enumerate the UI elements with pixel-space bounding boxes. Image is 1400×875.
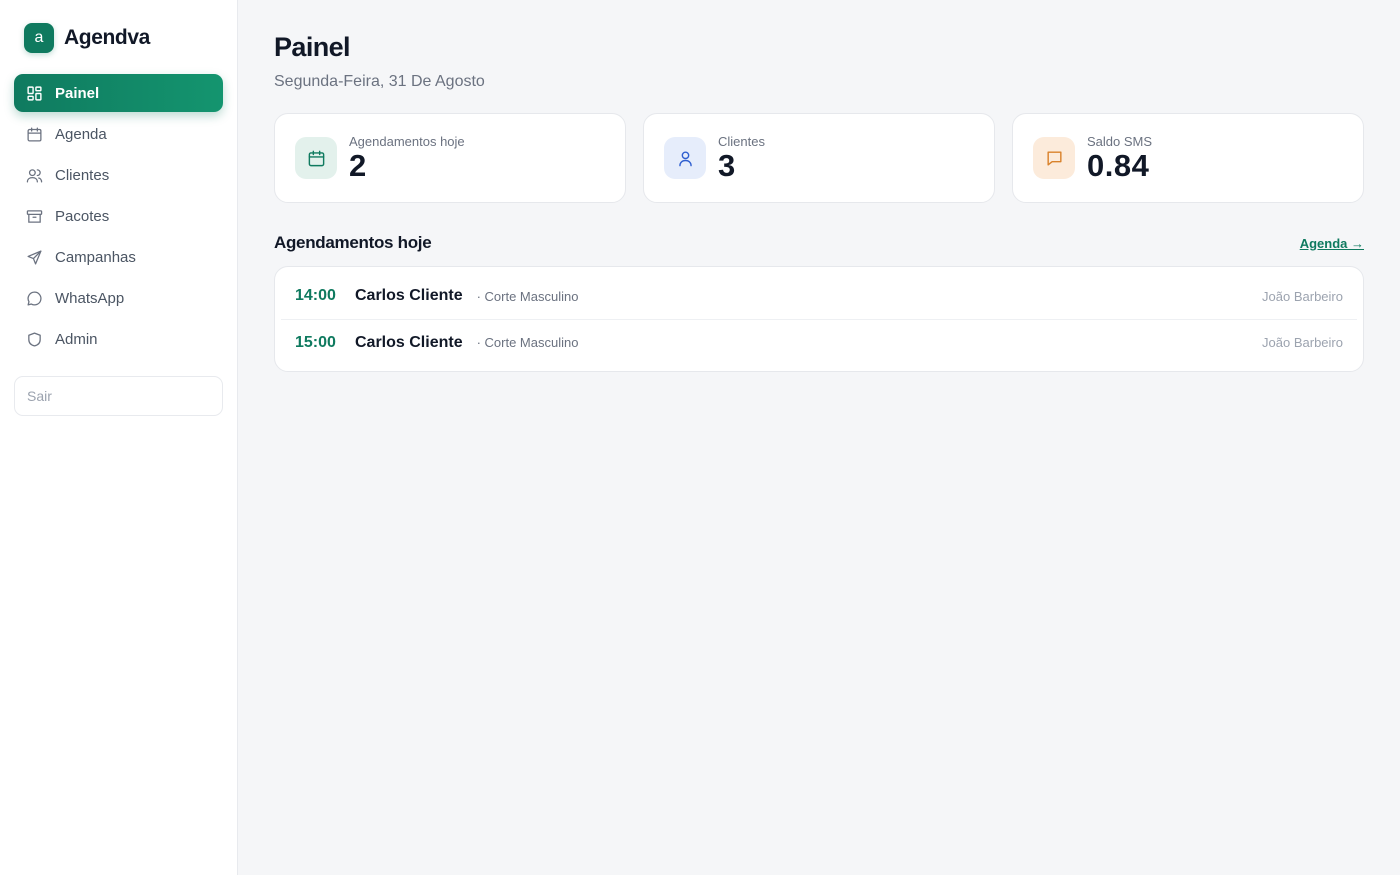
main-content: Painel Segunda-Feira, 31 De Agosto Agend…	[238, 0, 1400, 875]
stat-value: 2	[349, 148, 367, 183]
shield-icon	[28, 331, 41, 347]
users-icon	[26, 168, 43, 183]
appointment-time: 15:00	[295, 333, 336, 351]
sidebar-item-label: Campanhas	[55, 248, 136, 266]
appointment-client: Carlos Cliente	[355, 287, 463, 304]
sidebar-item-painel[interactable]: Painel	[14, 74, 223, 112]
stat-icon-wrap	[1033, 137, 1075, 179]
list-item[interactable]: 15:00 Carlos Cliente · Corte Masculino J…	[281, 319, 1357, 365]
brand-name: Agendva	[64, 26, 150, 49]
section-title: Agendamentos hoje	[274, 233, 432, 252]
appointment-time: 14:00	[295, 287, 336, 304]
sidebar-item-admin[interactable]: Admin	[14, 320, 223, 358]
message-icon	[1046, 150, 1062, 166]
sidebar-item-label: Agenda	[55, 125, 107, 143]
page-title: Painel	[274, 32, 351, 62]
chat-bubble-icon	[27, 290, 42, 306]
stat-card-sms-balance: Saldo SMS 0.84	[1012, 113, 1364, 203]
appointments-section-header: Agendamentos hoje Agenda →	[274, 233, 1364, 253]
sidebar-nav: Painel Agenda Clientes Pacotes Campanhas…	[14, 74, 223, 358]
stat-value: 0.84	[1087, 148, 1150, 183]
logout-button[interactable]: Sair	[14, 376, 223, 416]
stat-card-clients: Clientes 3	[643, 113, 995, 203]
sidebar-item-clientes[interactable]: Clientes	[14, 156, 223, 194]
page-date: Segunda-Feira, 31 De Agosto	[274, 73, 485, 90]
list-item[interactable]: 14:00 Carlos Cliente · Corte Masculino J…	[281, 273, 1357, 319]
stat-text: Saldo SMS 0.84	[1087, 134, 1152, 182]
sidebar-item-label: WhatsApp	[55, 289, 125, 307]
dashboard-icon	[27, 85, 42, 101]
package-icon	[26, 209, 43, 223]
sidebar-item-pacotes[interactable]: Pacotes	[14, 197, 223, 235]
appointment-client: Carlos Cliente	[355, 333, 463, 351]
calendar-icon	[27, 126, 42, 142]
stats-row: Agendamentos hoje 2 Clientes 3 Saldo SMS…	[274, 113, 1364, 203]
stat-card-appointments: Agendamentos hoje 2	[274, 113, 626, 203]
app-root: a Agendva Painel Agenda Clientes Pacotes…	[0, 0, 1400, 875]
sidebar-item-campanhas[interactable]: Campanhas	[14, 238, 223, 276]
brand-logo: a	[24, 23, 54, 53]
user-icon	[678, 150, 692, 166]
calendar-icon	[308, 150, 324, 166]
appointment-service: · Corte Masculino	[476, 335, 579, 350]
appointment-professional: João Barbeiro	[1262, 288, 1343, 304]
sidebar-item-label: Admin	[55, 330, 98, 348]
sidebar-item-agenda[interactable]: Agenda	[14, 115, 223, 153]
sidebar-item-whatsapp[interactable]: WhatsApp	[14, 279, 223, 317]
stat-icon-wrap	[295, 137, 337, 179]
stat-icon-wrap	[664, 137, 706, 179]
stat-text: Agendamentos hoje 2	[349, 134, 465, 182]
sidebar-item-label: Pacotes	[55, 207, 110, 225]
sidebar-item-label: Painel	[55, 84, 100, 102]
stat-value: 3	[718, 148, 736, 183]
appointment-service: · Corte Masculino	[476, 288, 579, 304]
appointment-professional: João Barbeiro	[1262, 335, 1343, 350]
agenda-link[interactable]: Agenda →	[1300, 236, 1364, 251]
stat-text: Clientes 3	[718, 134, 765, 182]
brand[interactable]: a Agendva	[14, 22, 223, 54]
appointments-list: 14:00 Carlos Cliente · Corte Masculino J…	[274, 266, 1364, 372]
sidebar: a Agendva Painel Agenda Clientes Pacotes…	[0, 0, 238, 875]
send-icon	[27, 249, 42, 265]
sidebar-item-label: Clientes	[55, 166, 110, 184]
